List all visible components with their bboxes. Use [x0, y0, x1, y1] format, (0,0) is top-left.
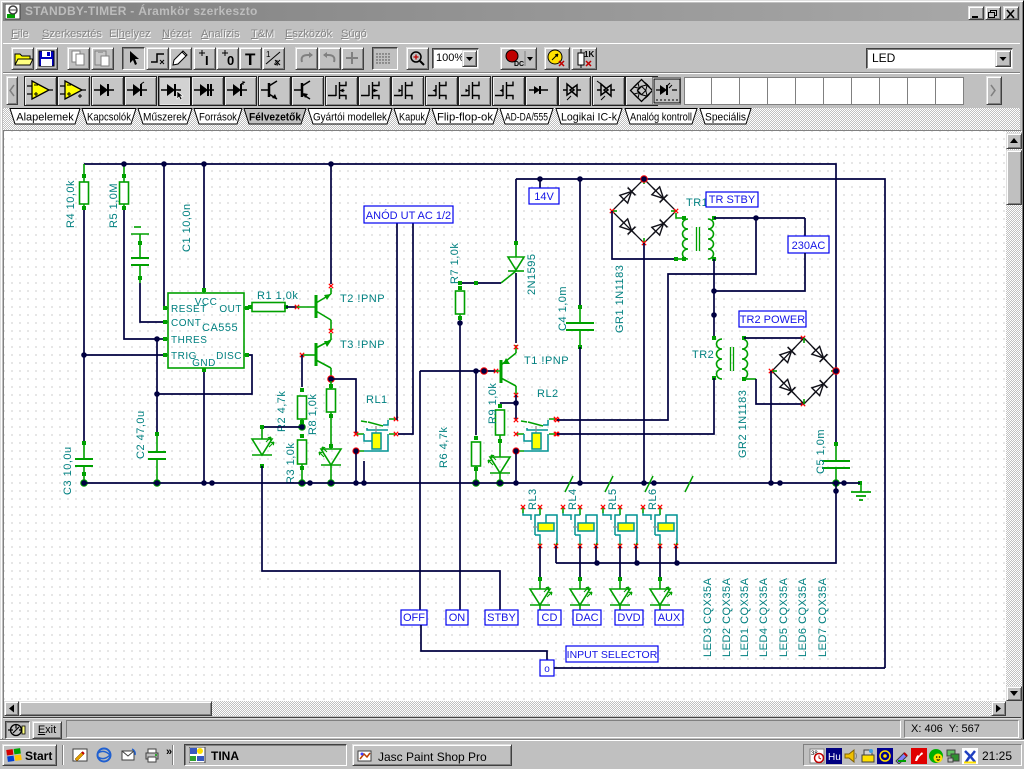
- svg-text:RESET: RESET: [171, 304, 207, 315]
- svg-text:T3 !PNP: T3 !PNP: [340, 339, 385, 351]
- svg-text:RL1: RL1: [366, 394, 388, 406]
- svg-text:CD: CD: [542, 612, 558, 624]
- svg-text:C1 10,0n: C1 10,0n: [181, 203, 193, 252]
- svg-text:TR STBY: TR STBY: [709, 194, 756, 206]
- svg-text:LED5 CQX35A: LED5 CQX35A: [778, 577, 790, 657]
- svg-text:TR1: TR1: [686, 197, 708, 209]
- svg-text:2N1595: 2N1595: [526, 253, 538, 295]
- svg-text:Alapelemek: Alapelemek: [16, 112, 74, 124]
- svg-text:T2 !PNP: T2 !PNP: [340, 293, 385, 305]
- svg-text:RL5: RL5: [607, 488, 619, 510]
- svg-text:OFF: OFF: [403, 612, 425, 624]
- svg-text:Hu: Hu: [828, 752, 841, 763]
- svg-text:Flip-flop-ok: Flip-flop-ok: [437, 112, 494, 124]
- svg-text:ON: ON: [449, 612, 466, 624]
- svg-text:Félvezetők: Félvezetők: [249, 112, 302, 124]
- svg-text:R9 1,0k: R9 1,0k: [487, 383, 499, 424]
- svg-text:Műszerek: Műszerek: [143, 112, 187, 124]
- svg-text:I: I: [205, 53, 209, 68]
- svg-text:GR1 1N1183: GR1 1N1183: [614, 265, 626, 333]
- svg-text:LED1 CQX35A: LED1 CQX35A: [739, 577, 751, 657]
- svg-text:Gyártói modellek: Gyártói modellek: [313, 112, 387, 124]
- svg-text:LED4 CQX35A: LED4 CQX35A: [758, 577, 770, 657]
- svg-text:DC: DC: [514, 61, 524, 68]
- svg-text:Analóg kontroll: Analóg kontroll: [630, 112, 692, 124]
- svg-text:LED6 CQX35A: LED6 CQX35A: [797, 577, 809, 657]
- svg-text:230AC: 230AC: [792, 240, 826, 252]
- svg-text:GND: GND: [192, 358, 216, 369]
- svg-text:R4 10,0k: R4 10,0k: [65, 180, 77, 228]
- svg-text:GR2 1N1183: GR2 1N1183: [737, 390, 749, 458]
- svg-text:o: o: [544, 664, 550, 675]
- svg-text:RL6: RL6: [647, 488, 659, 510]
- svg-text:CA555: CA555: [202, 322, 238, 334]
- svg-text:RL3: RL3: [527, 488, 539, 510]
- svg-text:C4 1,0m: C4 1,0m: [557, 286, 569, 331]
- svg-text:ANÓD UT AC 1/2: ANÓD UT AC 1/2: [366, 209, 451, 222]
- svg-text:R8 1,0k: R8 1,0k: [307, 394, 319, 435]
- svg-text:DVD: DVD: [617, 612, 640, 624]
- svg-text:LED3 CQX35A: LED3 CQX35A: [702, 577, 714, 657]
- svg-text:C3 10,0u: C3 10,0u: [62, 446, 74, 495]
- svg-text:AD-DA/555: AD-DA/555: [505, 112, 548, 124]
- svg-text:T1 !PNP: T1 !PNP: [524, 355, 569, 367]
- svg-text:LED7 CQX35A: LED7 CQX35A: [817, 577, 829, 657]
- svg-text:14V: 14V: [534, 191, 554, 203]
- svg-text:0: 0: [227, 53, 234, 68]
- svg-text:R2 4,7k: R2 4,7k: [276, 391, 288, 432]
- svg-text:TR2: TR2: [692, 349, 714, 361]
- svg-text:C2 47,0u: C2 47,0u: [135, 410, 147, 459]
- svg-text:AUX: AUX: [658, 612, 681, 624]
- svg-text:OUT: OUT: [219, 304, 242, 315]
- svg-text:Speciális: Speciális: [705, 112, 746, 124]
- svg-text:TR2 POWER: TR2 POWER: [740, 314, 805, 326]
- svg-text:1K: 1K: [584, 50, 594, 59]
- svg-text:R3 1,0k: R3 1,0k: [285, 443, 297, 484]
- svg-text:Kapuk: Kapuk: [399, 112, 425, 124]
- svg-text:STBY: STBY: [487, 612, 516, 624]
- svg-text:R1 1,0k: R1 1,0k: [257, 290, 298, 302]
- svg-text:Logikai IC-k: Logikai IC-k: [561, 112, 617, 124]
- svg-text:C5 1,0m: C5 1,0m: [815, 429, 827, 474]
- svg-text:DISC: DISC: [216, 351, 242, 362]
- svg-text:DAC: DAC: [575, 612, 598, 624]
- svg-text:R6 4,7k: R6 4,7k: [438, 427, 450, 468]
- svg-text:RL2: RL2: [537, 388, 559, 400]
- svg-text:1: 1: [266, 50, 271, 59]
- svg-text:R5 1,0M: R5 1,0M: [108, 183, 120, 228]
- svg-text:INPUT SELECTOR: INPUT SELECTOR: [567, 649, 658, 661]
- svg-text:LED2 CQX35A: LED2 CQX35A: [721, 577, 733, 657]
- svg-text:T: T: [245, 50, 256, 69]
- svg-text:Kapcsolók: Kapcsolók: [87, 112, 131, 124]
- svg-text:CONT: CONT: [171, 318, 201, 329]
- svg-text:THRES: THRES: [171, 335, 207, 346]
- svg-text:RL4: RL4: [567, 488, 579, 510]
- svg-text:Források: Források: [199, 112, 237, 124]
- svg-text:R7 1,0k: R7 1,0k: [449, 243, 461, 284]
